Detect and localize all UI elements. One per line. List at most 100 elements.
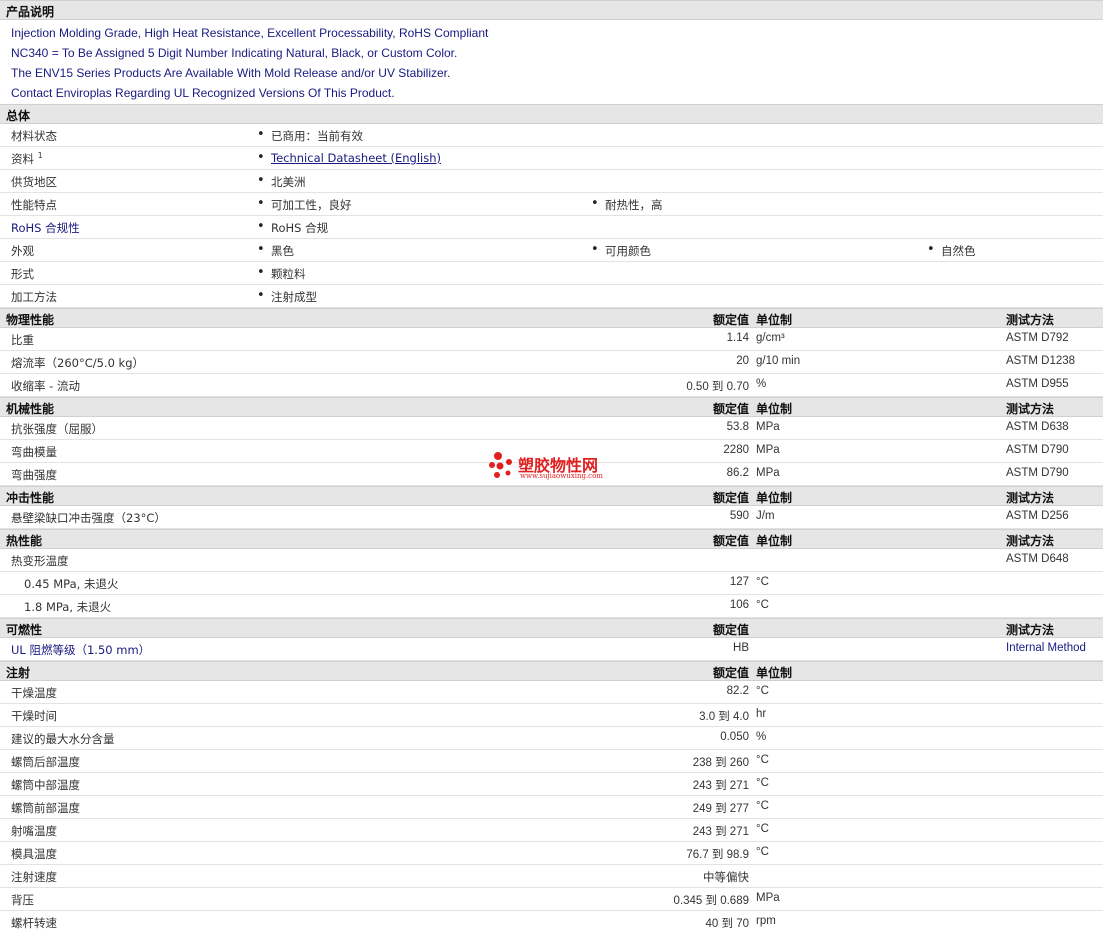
row-label: 1.8 MPa, 未退火 bbox=[24, 600, 112, 614]
row-label: RoHS 合规性 bbox=[11, 221, 80, 235]
unit-header: 单位制 bbox=[756, 491, 793, 505]
row-value: 106 bbox=[729, 599, 749, 611]
row-label: 形式 bbox=[11, 267, 34, 281]
section-title: 热性能 bbox=[6, 534, 43, 548]
row-method: ASTM D790 bbox=[1006, 444, 1069, 456]
row-label: 收缩率 - 流动 bbox=[11, 379, 80, 393]
datasheet-link[interactable]: Technical Datasheet (English) bbox=[271, 151, 441, 165]
row-method: ASTM D955 bbox=[1006, 378, 1069, 390]
row-value: 40 到 70 bbox=[705, 918, 749, 930]
property-row: 热变形温度 ASTM D648 bbox=[0, 549, 1103, 572]
row-unit: rpm bbox=[756, 915, 776, 927]
method-header: 测试方法 bbox=[1006, 313, 1055, 327]
general-row: 供货地区 北美洲 bbox=[0, 170, 1103, 193]
row-value: 中等偏快 bbox=[703, 872, 749, 884]
row-unit: MPa bbox=[756, 421, 780, 433]
nominal-header: 额定值 bbox=[712, 534, 749, 548]
row-value: 238 到 260 bbox=[692, 757, 749, 769]
general-row: RoHS 合规性 RoHS 合规 bbox=[0, 216, 1103, 239]
description-line: Contact Enviroplas Regarding UL Recogniz… bbox=[11, 86, 395, 100]
unit-header: 单位制 bbox=[756, 402, 793, 416]
bullet-value: 已商用：当前有效 bbox=[257, 127, 363, 144]
row-label: 弯曲强度 bbox=[11, 468, 57, 482]
row-label: 背压 bbox=[11, 893, 34, 907]
row-value: HB bbox=[733, 642, 749, 654]
section-title: 可燃性 bbox=[6, 623, 43, 637]
row-unit: °C bbox=[756, 754, 769, 766]
bullet-value: RoHS 合规 bbox=[257, 219, 328, 236]
row-unit: °C bbox=[756, 800, 769, 812]
general-row: 形式 颗粒料 bbox=[0, 262, 1103, 285]
watermark-logo: 塑胶物性网 www.sujiaowuxing.com bbox=[488, 448, 628, 484]
property-row: 抗张强度（屈服） 53.8 MPa ASTM D638 bbox=[0, 417, 1103, 440]
section-title: 总体 bbox=[6, 109, 31, 123]
row-unit: MPa bbox=[756, 892, 780, 904]
bullet-value: 颗粒料 bbox=[257, 265, 305, 282]
row-value: 20 bbox=[736, 355, 749, 367]
bullet-value: 黑色 bbox=[257, 242, 294, 259]
bullet-value: 自然色 bbox=[927, 242, 975, 259]
row-value: 53.8 bbox=[726, 421, 749, 433]
row-unit: °C bbox=[756, 777, 769, 789]
row-label: 材料状态 bbox=[11, 129, 57, 143]
row-label: 螺杆转速 bbox=[11, 916, 57, 930]
nominal-header: 额定值 bbox=[712, 623, 749, 637]
row-value: 243 到 271 bbox=[692, 780, 749, 792]
property-row: 悬壁梁缺口冲击强度（23°C） 590 J/m ASTM D256 bbox=[0, 506, 1103, 529]
section-title: 产品说明 bbox=[6, 5, 55, 19]
row-unit: % bbox=[756, 731, 767, 743]
row-label: 外观 bbox=[11, 244, 34, 258]
row-unit: % bbox=[756, 378, 767, 390]
property-row: 射嘴温度 243 到 271 °C bbox=[0, 819, 1103, 842]
watermark-url: www.sujiaowuxing.com bbox=[520, 472, 603, 480]
bullet-value: 北美洲 bbox=[257, 173, 305, 190]
molecule-dots-icon bbox=[489, 452, 512, 478]
property-row: 0.45 MPa, 未退火 127 °C bbox=[0, 572, 1103, 595]
method-header: 测试方法 bbox=[1006, 534, 1055, 548]
row-label: 弯曲模量 bbox=[11, 445, 57, 459]
row-unit: J/m bbox=[756, 510, 775, 522]
bullet-value: 可加工性，良好 bbox=[257, 196, 351, 213]
property-row: 模具温度 76.7 到 98.9 °C bbox=[0, 842, 1103, 865]
nominal-header: 额定值 bbox=[712, 313, 749, 327]
property-row: 干燥时间 3.0 到 4.0 hr bbox=[0, 704, 1103, 727]
row-method: ASTM D1238 bbox=[1006, 355, 1076, 367]
row-unit: °C bbox=[756, 576, 769, 588]
row-value: 86.2 bbox=[726, 467, 749, 479]
row-value: 2280 bbox=[723, 444, 749, 456]
section-header-injection: 注射 额定值 单位制 bbox=[0, 661, 1103, 681]
row-unit: °C bbox=[756, 685, 769, 697]
row-method: ASTM D792 bbox=[1006, 332, 1069, 344]
row-method: ASTM D790 bbox=[1006, 467, 1069, 479]
general-row: 性能特点 可加工性，良好 耐热性，高 bbox=[0, 193, 1103, 216]
property-row: 收缩率 - 流动 0.50 到 0.70 % ASTM D955 bbox=[0, 374, 1103, 397]
section-header-thermal: 热性能 额定值 单位制 测试方法 bbox=[0, 529, 1103, 549]
bullet-value: 耐热性，高 bbox=[591, 196, 662, 213]
section-title: 注射 bbox=[6, 666, 31, 680]
row-unit: °C bbox=[756, 823, 769, 835]
method-header: 测试方法 bbox=[1006, 623, 1055, 637]
description-line: Injection Molding Grade, High Heat Resis… bbox=[11, 26, 489, 40]
row-label: 热变形温度 bbox=[11, 554, 69, 568]
row-label: 螺筒中部温度 bbox=[11, 778, 80, 792]
row-value: 249 到 277 bbox=[692, 803, 749, 815]
property-row: 1.8 MPa, 未退火 106 °C bbox=[0, 595, 1103, 618]
row-label: 0.45 MPa, 未退火 bbox=[24, 577, 119, 591]
unit-header: 单位制 bbox=[756, 313, 793, 327]
row-method: ASTM D638 bbox=[1006, 421, 1069, 433]
row-method: ASTM D648 bbox=[1006, 553, 1069, 565]
method-header: 测试方法 bbox=[1006, 491, 1055, 505]
property-row: 熔流率（260°C/5.0 kg） 20 g/10 min ASTM D1238 bbox=[0, 351, 1103, 374]
row-label: 注射速度 bbox=[11, 870, 57, 884]
row-label: 干燥温度 bbox=[11, 686, 57, 700]
property-row: 螺筒中部温度 243 到 271 °C bbox=[0, 773, 1103, 796]
section-header-flammability: 可燃性 额定值 测试方法 bbox=[0, 618, 1103, 638]
nominal-header: 额定值 bbox=[712, 402, 749, 416]
description-line: The ENV15 Series Products Are Available … bbox=[11, 66, 451, 80]
row-unit: MPa bbox=[756, 444, 780, 456]
row-label: 比重 bbox=[11, 333, 34, 347]
row-value: 127 bbox=[729, 576, 749, 588]
row-label: 射嘴温度 bbox=[11, 824, 57, 838]
property-row: 建议的最大水分含量 0.050 % bbox=[0, 727, 1103, 750]
row-label: 干燥时间 bbox=[11, 709, 57, 723]
